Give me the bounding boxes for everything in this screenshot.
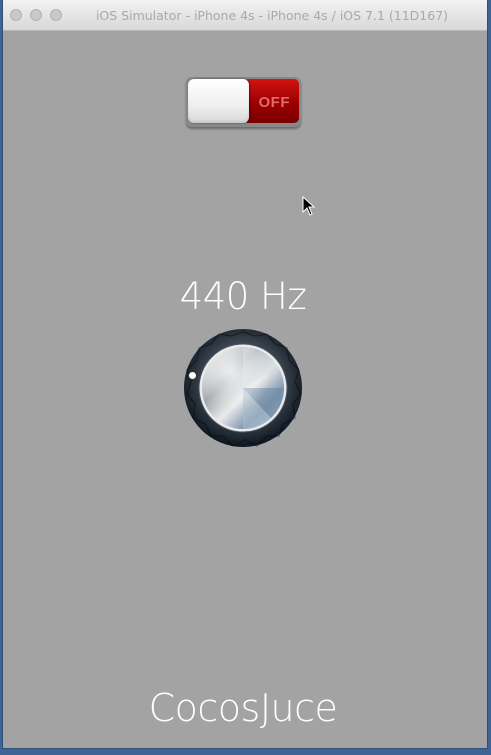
app-screen: OFF 440 Hz CocosJuce <box>3 31 487 748</box>
window-zoom-button[interactable] <box>50 9 62 21</box>
window-title: iOS Simulator - iPhone 4s - iPhone 4s / … <box>95 8 449 23</box>
toggle-off-segment: OFF <box>247 79 299 123</box>
window-titlebar[interactable]: iOS Simulator - iPhone 4s - iPhone 4s / … <box>3 0 487 31</box>
window-minimize-button[interactable] <box>30 9 42 21</box>
toggle-thumb[interactable] <box>188 79 249 123</box>
rotary-knob-icon[interactable] <box>183 328 303 448</box>
app-brand-label: CocosJuce <box>148 686 338 730</box>
simulator-window: iOS Simulator - iPhone 4s - iPhone 4s / … <box>3 0 487 748</box>
window-close-button[interactable] <box>10 9 22 21</box>
toggle-off-label: OFF <box>258 94 290 111</box>
mouse-pointer-icon <box>302 196 316 216</box>
knob-position-indicator <box>188 371 197 380</box>
power-toggle[interactable]: OFF <box>186 77 301 127</box>
frequency-label: 440 Hz <box>179 275 307 318</box>
